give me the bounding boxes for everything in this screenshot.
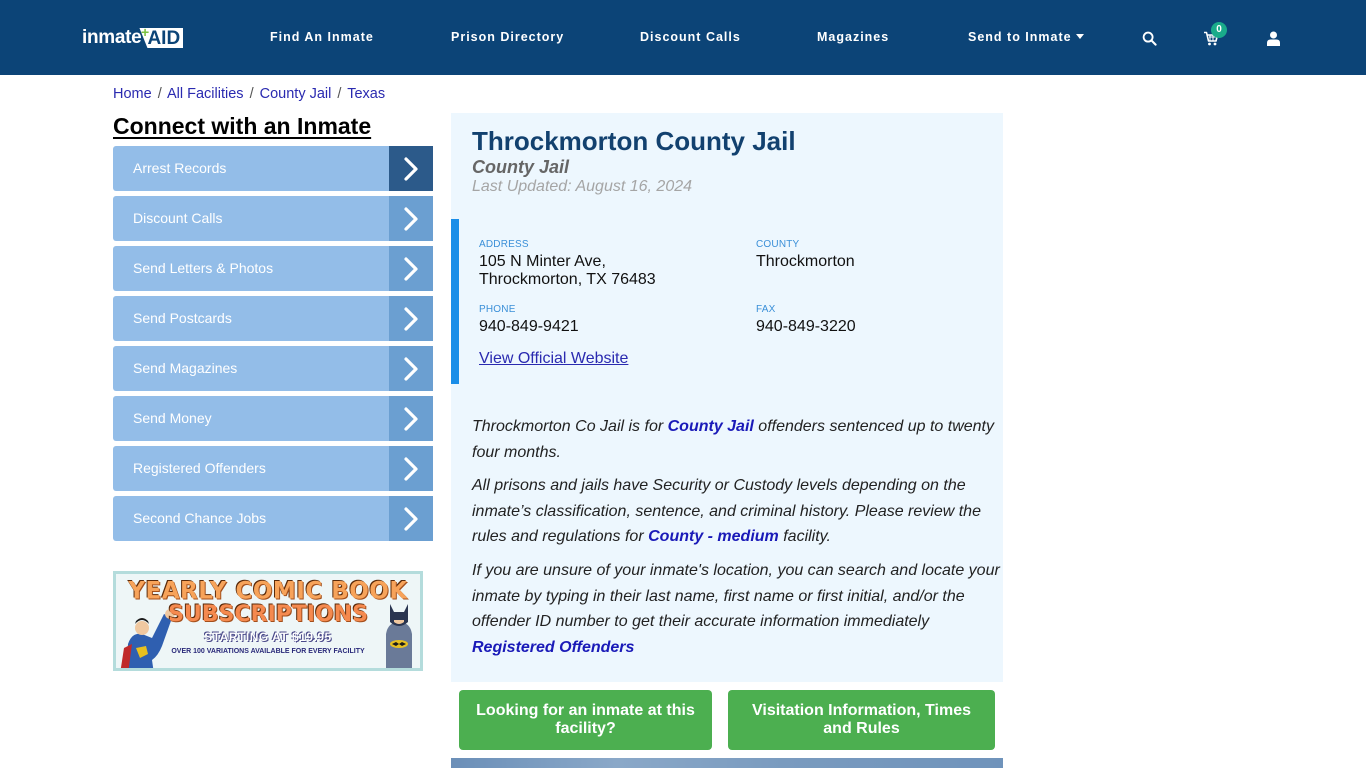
- description-paragraph-1: Throckmorton Co Jail is for County Jail …: [472, 414, 1000, 465]
- breadcrumb-separator: /: [249, 86, 254, 102]
- description-paragraph-2: All prisons and jails have Security or C…: [472, 473, 1000, 550]
- sidebar-item-label: Send Letters & Photos: [133, 260, 274, 276]
- description-text: facility.: [778, 528, 831, 546]
- sidebar-item-send-postcards[interactable]: Send Postcards: [113, 296, 433, 341]
- sidebar-item-label: Registered Offenders: [133, 460, 266, 476]
- top-navbar: inmate AID + Find An Inmate Prison Direc…: [0, 0, 1366, 75]
- sidebar-item-label: Arrest Records: [133, 160, 227, 176]
- logo-text-inmate: inmate: [82, 27, 142, 48]
- sidebar-title: Connect with an Inmate: [113, 113, 372, 139]
- sidebar-item-send-money[interactable]: Send Money: [113, 396, 433, 441]
- breadcrumb: Home / All Facilities / County Jail / Te…: [113, 86, 385, 102]
- find-inmate-at-facility-button[interactable]: Looking for an inmate at this facility?: [459, 690, 712, 750]
- ad-headline: YEARLY COMIC BOOK: [128, 577, 408, 605]
- chevron-right-icon: [389, 196, 433, 241]
- registered-offenders-link[interactable]: Registered Offenders: [472, 639, 634, 656]
- info-accent-bar: [451, 219, 459, 384]
- chevron-right-icon: [389, 446, 433, 491]
- chevron-right-icon: [389, 396, 433, 441]
- last-updated: Last Updated: August 16, 2024: [472, 178, 693, 195]
- fax-label: FAX: [756, 304, 776, 315]
- breadcrumb-all-facilities[interactable]: All Facilities: [167, 86, 244, 102]
- logo-plus-icon: +: [141, 24, 150, 40]
- sidebar-item-second-chance-jobs[interactable]: Second Chance Jobs: [113, 496, 433, 541]
- comic-subscription-ad-banner[interactable]: YEARLY COMIC BOOK SUBSCRIPTIONS STARTING…: [113, 571, 423, 671]
- county-medium-link[interactable]: County - medium: [648, 528, 779, 545]
- nav-send-to-inmate[interactable]: Send to Inmate: [968, 30, 1084, 44]
- sidebar-item-label: Send Money: [133, 410, 212, 426]
- description-paragraph-3: If you are unsure of your inmate's locat…: [472, 558, 1000, 660]
- chevron-right-icon: [389, 496, 433, 541]
- view-official-website-link[interactable]: View Official Website: [479, 350, 628, 368]
- address-line2: Throckmorton, TX 76483: [479, 271, 656, 288]
- facility-name: Throckmorton County Jail: [472, 126, 796, 156]
- account-button[interactable]: [1261, 26, 1285, 50]
- breadcrumb-county-jail[interactable]: County Jail: [260, 86, 332, 102]
- county-label: COUNTY: [756, 239, 800, 250]
- breadcrumb-texas[interactable]: Texas: [347, 86, 385, 102]
- breadcrumb-separator: /: [337, 86, 342, 102]
- sidebar-item-send-magazines[interactable]: Send Magazines: [113, 346, 433, 391]
- chevron-right-icon: [389, 296, 433, 341]
- sidebar-item-label: Discount Calls: [133, 210, 223, 226]
- nav-send-to-inmate-label: Send to Inmate: [968, 30, 1072, 44]
- chevron-right-icon: [389, 346, 433, 391]
- inmateaid-logo[interactable]: inmate AID: [82, 26, 184, 50]
- phone-value[interactable]: 940-849-9421: [479, 318, 579, 336]
- ad-subheadline: SUBSCRIPTIONS: [168, 602, 368, 627]
- county-jail-link[interactable]: County Jail: [668, 418, 754, 435]
- fax-value: 940-849-3220: [756, 318, 856, 335]
- search-button[interactable]: [1137, 26, 1161, 50]
- visitation-info-button[interactable]: Visitation Information, Times and Rules: [728, 690, 995, 750]
- sidebar-item-label: Send Magazines: [133, 360, 238, 376]
- county-value: Throckmorton: [756, 253, 855, 270]
- facility-photo: [451, 758, 1003, 768]
- sidebar-item-send-letters-photos[interactable]: Send Letters & Photos: [113, 246, 433, 291]
- description-text: If you are unsure of your inmate's locat…: [472, 562, 1000, 631]
- sidebar-item-label: Second Chance Jobs: [133, 510, 267, 526]
- sidebar-item-arrest-records[interactable]: Arrest Records: [113, 146, 433, 191]
- ad-tagline: OVER 100 VARIATIONS AVAILABLE FOR EVERY …: [171, 648, 365, 655]
- description-text: Throckmorton Co Jail is for: [472, 418, 668, 435]
- user-icon: [1266, 31, 1280, 46]
- sidebar-item-label: Send Postcards: [133, 310, 232, 326]
- search-icon: [1142, 31, 1157, 46]
- chevron-right-icon: [389, 246, 433, 291]
- address-label: ADDRESS: [479, 239, 529, 250]
- sidebar-item-discount-calls[interactable]: Discount Calls: [113, 196, 433, 241]
- nav-prison-directory[interactable]: Prison Directory: [451, 30, 564, 44]
- nav-find-an-inmate[interactable]: Find An Inmate: [270, 30, 374, 44]
- facility-type: County Jail: [472, 157, 570, 177]
- nav-magazines[interactable]: Magazines: [817, 30, 889, 44]
- phone-label: PHONE: [479, 304, 516, 315]
- address-line1: 105 N Minter Ave,: [479, 253, 606, 270]
- breadcrumb-separator: /: [157, 86, 162, 102]
- breadcrumb-home[interactable]: Home: [113, 86, 152, 102]
- caret-down-icon: [1075, 34, 1084, 40]
- sidebar-item-registered-offenders[interactable]: Registered Offenders: [113, 446, 433, 491]
- cart-count-badge: 0: [1211, 22, 1227, 38]
- chevron-right-icon: [389, 146, 433, 191]
- nav-discount-calls[interactable]: Discount Calls: [640, 30, 741, 44]
- ad-price: STARTING AT $19.95: [204, 630, 332, 644]
